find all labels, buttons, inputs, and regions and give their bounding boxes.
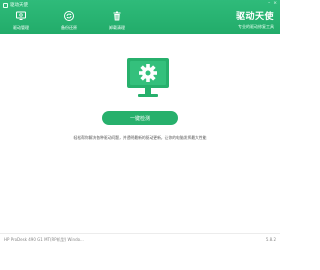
nav-uninstall-clean[interactable]: 卸载清理 (104, 10, 130, 31)
trash-icon (113, 11, 121, 21)
device-info: HP ProDesk 490 G1 MT(RP机型) Windo... (4, 237, 84, 242)
window-title-text: 驱动天使 (10, 3, 28, 8)
nav-label: 卸载清理 (109, 25, 125, 30)
nav-backup-restore[interactable]: 备份还原 (56, 10, 82, 31)
app-header: 驱动天使 – × 驱动管理 备份还原 卸载清理 驱动天使 专业的驱动修复工具 (0, 0, 280, 34)
monitor-gear-illustration (127, 58, 169, 97)
app-logo-icon (3, 2, 8, 8)
refresh-icon (64, 11, 74, 21)
brand-subtitle: 专业的驱动修复工具 (238, 24, 274, 29)
monitor-gear-icon (16, 11, 26, 20)
window-title: 驱动天使 (3, 2, 28, 8)
close-button[interactable]: × (273, 1, 277, 6)
main-nav: 驱动管理 备份还原 卸载清理 (8, 10, 130, 31)
brand-name: 驱动天使 (235, 12, 274, 22)
window-controls: – × (268, 1, 277, 6)
nav-label: 备份还原 (61, 25, 77, 30)
footer-divider (0, 233, 280, 234)
nav-driver-manage[interactable]: 驱动管理 (8, 10, 34, 31)
version-label: 5.8.2 (265, 237, 276, 242)
description-text: 轻松帮你解决各种驱动问题，并透明最新的驱动更新，让你的电脑发挥最大性能 (73, 135, 207, 140)
brand: 驱动天使 专业的驱动修复工具 (236, 9, 274, 30)
nav-label: 驱动管理 (13, 25, 29, 30)
one-click-scan-button[interactable]: 一键检测 (102, 111, 178, 125)
minimize-button[interactable]: – (268, 1, 270, 6)
